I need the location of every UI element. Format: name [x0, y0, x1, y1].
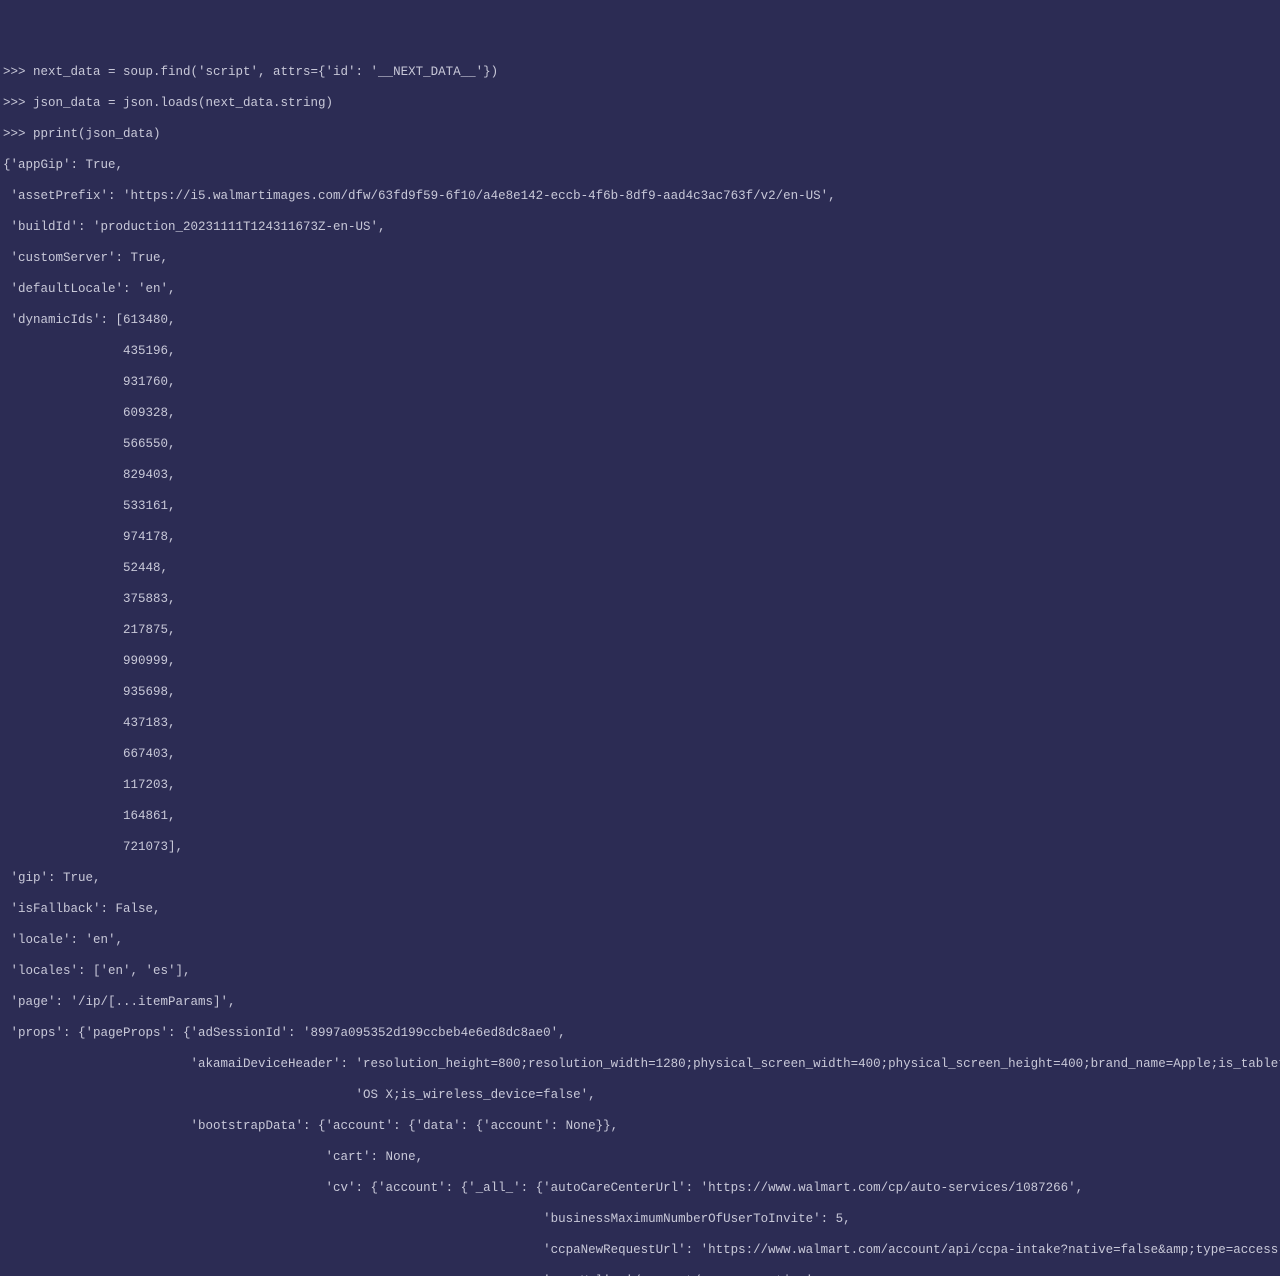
output-line: 829403, — [3, 468, 1280, 484]
output-line: 533161, — [3, 499, 1280, 515]
output-line: 52448, — [3, 561, 1280, 577]
output-line: 566550, — [3, 437, 1280, 453]
output-line: 'defaultLocale': 'en', — [3, 282, 1280, 298]
output-line: 'locale': 'en', — [3, 933, 1280, 949]
output-line: 217875, — [3, 623, 1280, 639]
output-line: 931760, — [3, 375, 1280, 391]
output-line: 'cv': {'account': {'_all_': {'autoCareCe… — [3, 1181, 1280, 1197]
output-line: 'buildId': 'production_20231111T12431167… — [3, 220, 1280, 236]
output-line: 935698, — [3, 685, 1280, 701]
output-line: 974178, — [3, 530, 1280, 546]
output-line: 117203, — [3, 778, 1280, 794]
output-line: 'page': '/ip/[...itemParams]', — [3, 995, 1280, 1011]
output-line: 'isFallback': False, — [3, 902, 1280, 918]
output-line: 721073], — [3, 840, 1280, 856]
output-line: 609328, — [3, 406, 1280, 422]
output-line: 'gip': True, — [3, 871, 1280, 887]
output-line: 164861, — [3, 809, 1280, 825]
output-line: 'customServer': True, — [3, 251, 1280, 267]
output-line: 'locales': ['en', 'es'], — [3, 964, 1280, 980]
output-line: 'OS X;is_wireless_device=false', — [3, 1088, 1280, 1104]
output-line: 375883, — [3, 592, 1280, 608]
output-line: {'appGip': True, — [3, 158, 1280, 174]
output-line: 'dynamicIds': [613480, — [3, 313, 1280, 329]
terminal-line: >>> next_data = soup.find('script', attr… — [3, 65, 1280, 81]
output-line: 'props': {'pageProps': {'adSessionId': '… — [3, 1026, 1280, 1042]
output-line: 'ccpaUrl': '/account/ccpa-reporting', — [3, 1274, 1280, 1276]
output-line: 'assetPrefix': 'https://i5.walmartimages… — [3, 189, 1280, 205]
output-line: 'bootstrapData': {'account': {'data': {'… — [3, 1119, 1280, 1135]
output-line: 435196, — [3, 344, 1280, 360]
terminal-line: >>> json_data = json.loads(next_data.str… — [3, 96, 1280, 112]
output-line: 'businessMaximumNumberOfUserToInvite': 5… — [3, 1212, 1280, 1228]
output-line: 437183, — [3, 716, 1280, 732]
output-line: 667403, — [3, 747, 1280, 763]
output-line: 990999, — [3, 654, 1280, 670]
output-line: 'cart': None, — [3, 1150, 1280, 1166]
terminal-line: >>> pprint(json_data) — [3, 127, 1280, 143]
output-line: 'ccpaNewRequestUrl': 'https://www.walmar… — [3, 1243, 1280, 1259]
output-line: 'akamaiDeviceHeader': 'resolution_height… — [3, 1057, 1280, 1073]
